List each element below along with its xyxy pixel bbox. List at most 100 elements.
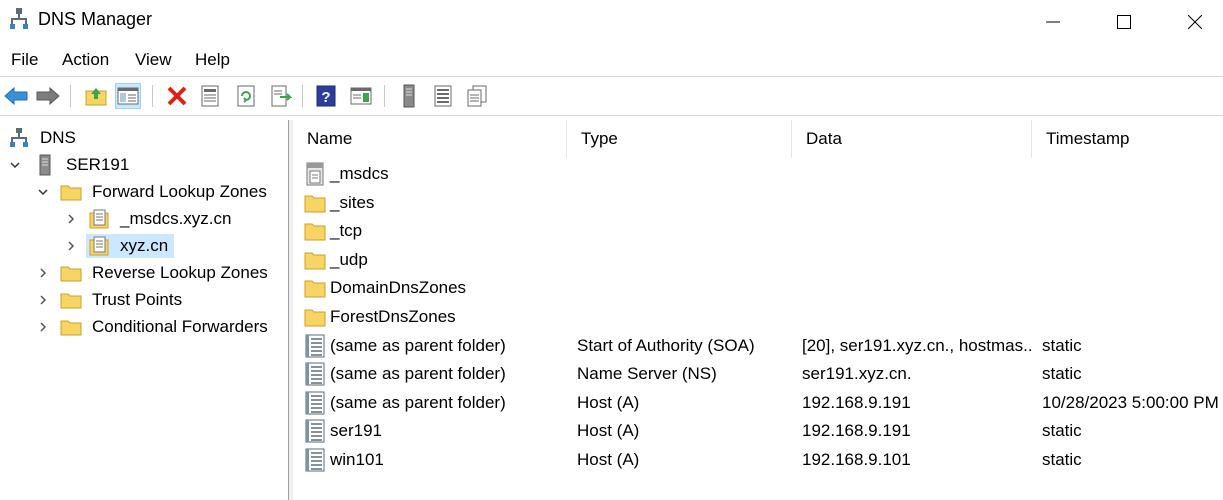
record-type	[577, 246, 792, 274]
record-type: Host (A)	[577, 421, 640, 441]
table-row[interactable]: DomainDnsZones	[293, 274, 1223, 302]
expand-chevron-icon[interactable]	[36, 320, 50, 334]
toolbar-separator	[70, 85, 71, 107]
record-type	[577, 189, 792, 217]
column-header-type[interactable]: Type	[567, 120, 792, 158]
cell-name: DomainDnsZones	[303, 274, 567, 302]
column-header-timestamp[interactable]: Timestamp	[1032, 120, 1223, 158]
table-row[interactable]: win101 Host (A) 192.168.9.101 static	[293, 446, 1223, 474]
cell-name: win101	[303, 446, 567, 474]
folder-icon	[303, 191, 327, 215]
show-hide-console-tree-icon[interactable]	[115, 83, 141, 109]
maximize-button[interactable]	[1089, 0, 1159, 44]
tree-node-xyz-zone[interactable]: xyz.cn	[86, 234, 175, 258]
server-icon	[34, 154, 56, 176]
folder-icon	[60, 317, 82, 337]
menu-help[interactable]: Help	[195, 50, 230, 70]
tree-label-reverse-lookup-zones: Reverse Lookup Zones	[92, 263, 268, 282]
table-row[interactable]: ForestDnsZones	[293, 303, 1223, 331]
table-row[interactable]: _udp	[293, 246, 1223, 274]
folder-icon	[60, 263, 82, 283]
minimize-button[interactable]	[1018, 0, 1088, 44]
record-name: DomainDnsZones	[330, 278, 467, 298]
cell-name: (same as parent folder)	[303, 360, 567, 388]
record-icon	[303, 334, 327, 358]
collapse-chevron-icon[interactable]	[8, 158, 22, 172]
tree-label-trust-points: Trust Points	[92, 290, 183, 309]
tree-node-server[interactable]: SER191	[34, 153, 133, 177]
folder-icon	[303, 219, 327, 243]
record-data: 192.168.9.101	[802, 450, 911, 469]
record-name: (same as parent folder)	[330, 335, 506, 355]
server-icon[interactable]	[396, 83, 422, 109]
menu-action[interactable]: Action	[62, 50, 109, 70]
record-data	[802, 303, 1032, 331]
properties-icon[interactable]	[197, 83, 223, 109]
up-folder-icon[interactable]	[83, 83, 109, 109]
column-header-name[interactable]: Name	[293, 120, 567, 158]
record-timestamp: static	[1042, 450, 1082, 469]
record-name: ForestDnsZones	[330, 307, 456, 326]
record-timestamp: static	[1042, 335, 1082, 355]
record-type: Host (A)	[577, 392, 640, 412]
cell-name: _udp	[303, 246, 567, 274]
table-row[interactable]: _tcp	[293, 217, 1223, 245]
action-pane-icon[interactable]	[348, 83, 374, 109]
record-name: win101	[330, 450, 384, 469]
tree-node-reverse-lookup-zones[interactable]: Reverse Lookup Zones	[60, 261, 272, 285]
record-timestamp	[1042, 274, 1223, 302]
tree-node-conditional-forwarders[interactable]: Conditional Forwarders	[60, 315, 272, 339]
delete-icon[interactable]	[164, 83, 190, 109]
tree-node-forward-lookup-zones[interactable]: Forward Lookup Zones	[60, 180, 271, 204]
close-button[interactable]	[1160, 0, 1223, 44]
refresh-icon[interactable]	[233, 83, 259, 109]
table-row[interactable]: ser191 Host (A) 192.168.9.191 static	[293, 417, 1223, 445]
tree-node-msdcs-zone[interactable]: _msdcs.xyz.cn	[88, 207, 235, 231]
record-type	[577, 160, 792, 188]
cell-name: _msdcs	[303, 160, 567, 188]
record-type: Host (A)	[577, 450, 640, 469]
record-timestamp	[1042, 303, 1223, 331]
table-row[interactable]: _sites	[293, 189, 1223, 217]
record-data	[802, 217, 1032, 245]
tree-label-conditional-forwarders: Conditional Forwarders	[92, 317, 268, 336]
delegated-zone-icon	[303, 162, 327, 186]
column-header-data[interactable]: Data	[792, 120, 1032, 158]
column-header-timestamp-label: Timestamp	[1046, 129, 1130, 148]
record-icon	[303, 391, 327, 415]
expand-chevron-icon[interactable]	[64, 239, 78, 253]
collapse-chevron-icon[interactable]	[36, 185, 50, 199]
dns-manager-app-icon	[10, 8, 28, 30]
zone-icon	[88, 236, 110, 256]
record-data	[802, 246, 1032, 274]
record-type	[577, 274, 792, 302]
zone-list-icon[interactable]	[430, 83, 456, 109]
tree-node-dns[interactable]: DNS	[8, 126, 80, 150]
table-row[interactable]: (same as parent folder) Start of Authorit…	[293, 332, 1223, 360]
cell-name: ForestDnsZones	[303, 303, 567, 331]
export-list-icon[interactable]	[268, 83, 294, 109]
record-type: Start of Authority (SOA)	[577, 335, 755, 355]
toolbar-separator	[302, 85, 303, 107]
copy-icon[interactable]	[464, 83, 490, 109]
record-timestamp	[1042, 189, 1223, 217]
expand-chevron-icon[interactable]	[64, 212, 78, 226]
help-icon[interactable]: ?	[313, 83, 339, 109]
expand-chevron-icon[interactable]	[36, 293, 50, 307]
record-data: [20], ser191.xyz.cn., hostmas...	[802, 335, 1032, 355]
record-name: _sites	[330, 192, 375, 212]
expand-chevron-icon[interactable]	[36, 266, 50, 280]
tree-node-trust-points[interactable]: Trust Points	[60, 288, 186, 312]
table-row[interactable]: _msdcs	[293, 160, 1223, 188]
forward-icon[interactable]	[35, 83, 61, 109]
table-row[interactable]: (same as parent folder) Host (A) 192.168.9…	[293, 389, 1223, 417]
folder-icon	[303, 276, 327, 300]
column-header-type-label: Type	[581, 129, 618, 148]
menu-file[interactable]: File	[11, 50, 38, 70]
tree-label-dns: DNS	[40, 128, 76, 147]
toolbar: ?	[0, 76, 1223, 116]
table-row[interactable]: (same as parent folder) Name Server (NS) s…	[293, 360, 1223, 388]
record-data	[802, 160, 1032, 188]
back-icon[interactable]	[3, 83, 29, 109]
menu-view[interactable]: View	[135, 50, 172, 70]
